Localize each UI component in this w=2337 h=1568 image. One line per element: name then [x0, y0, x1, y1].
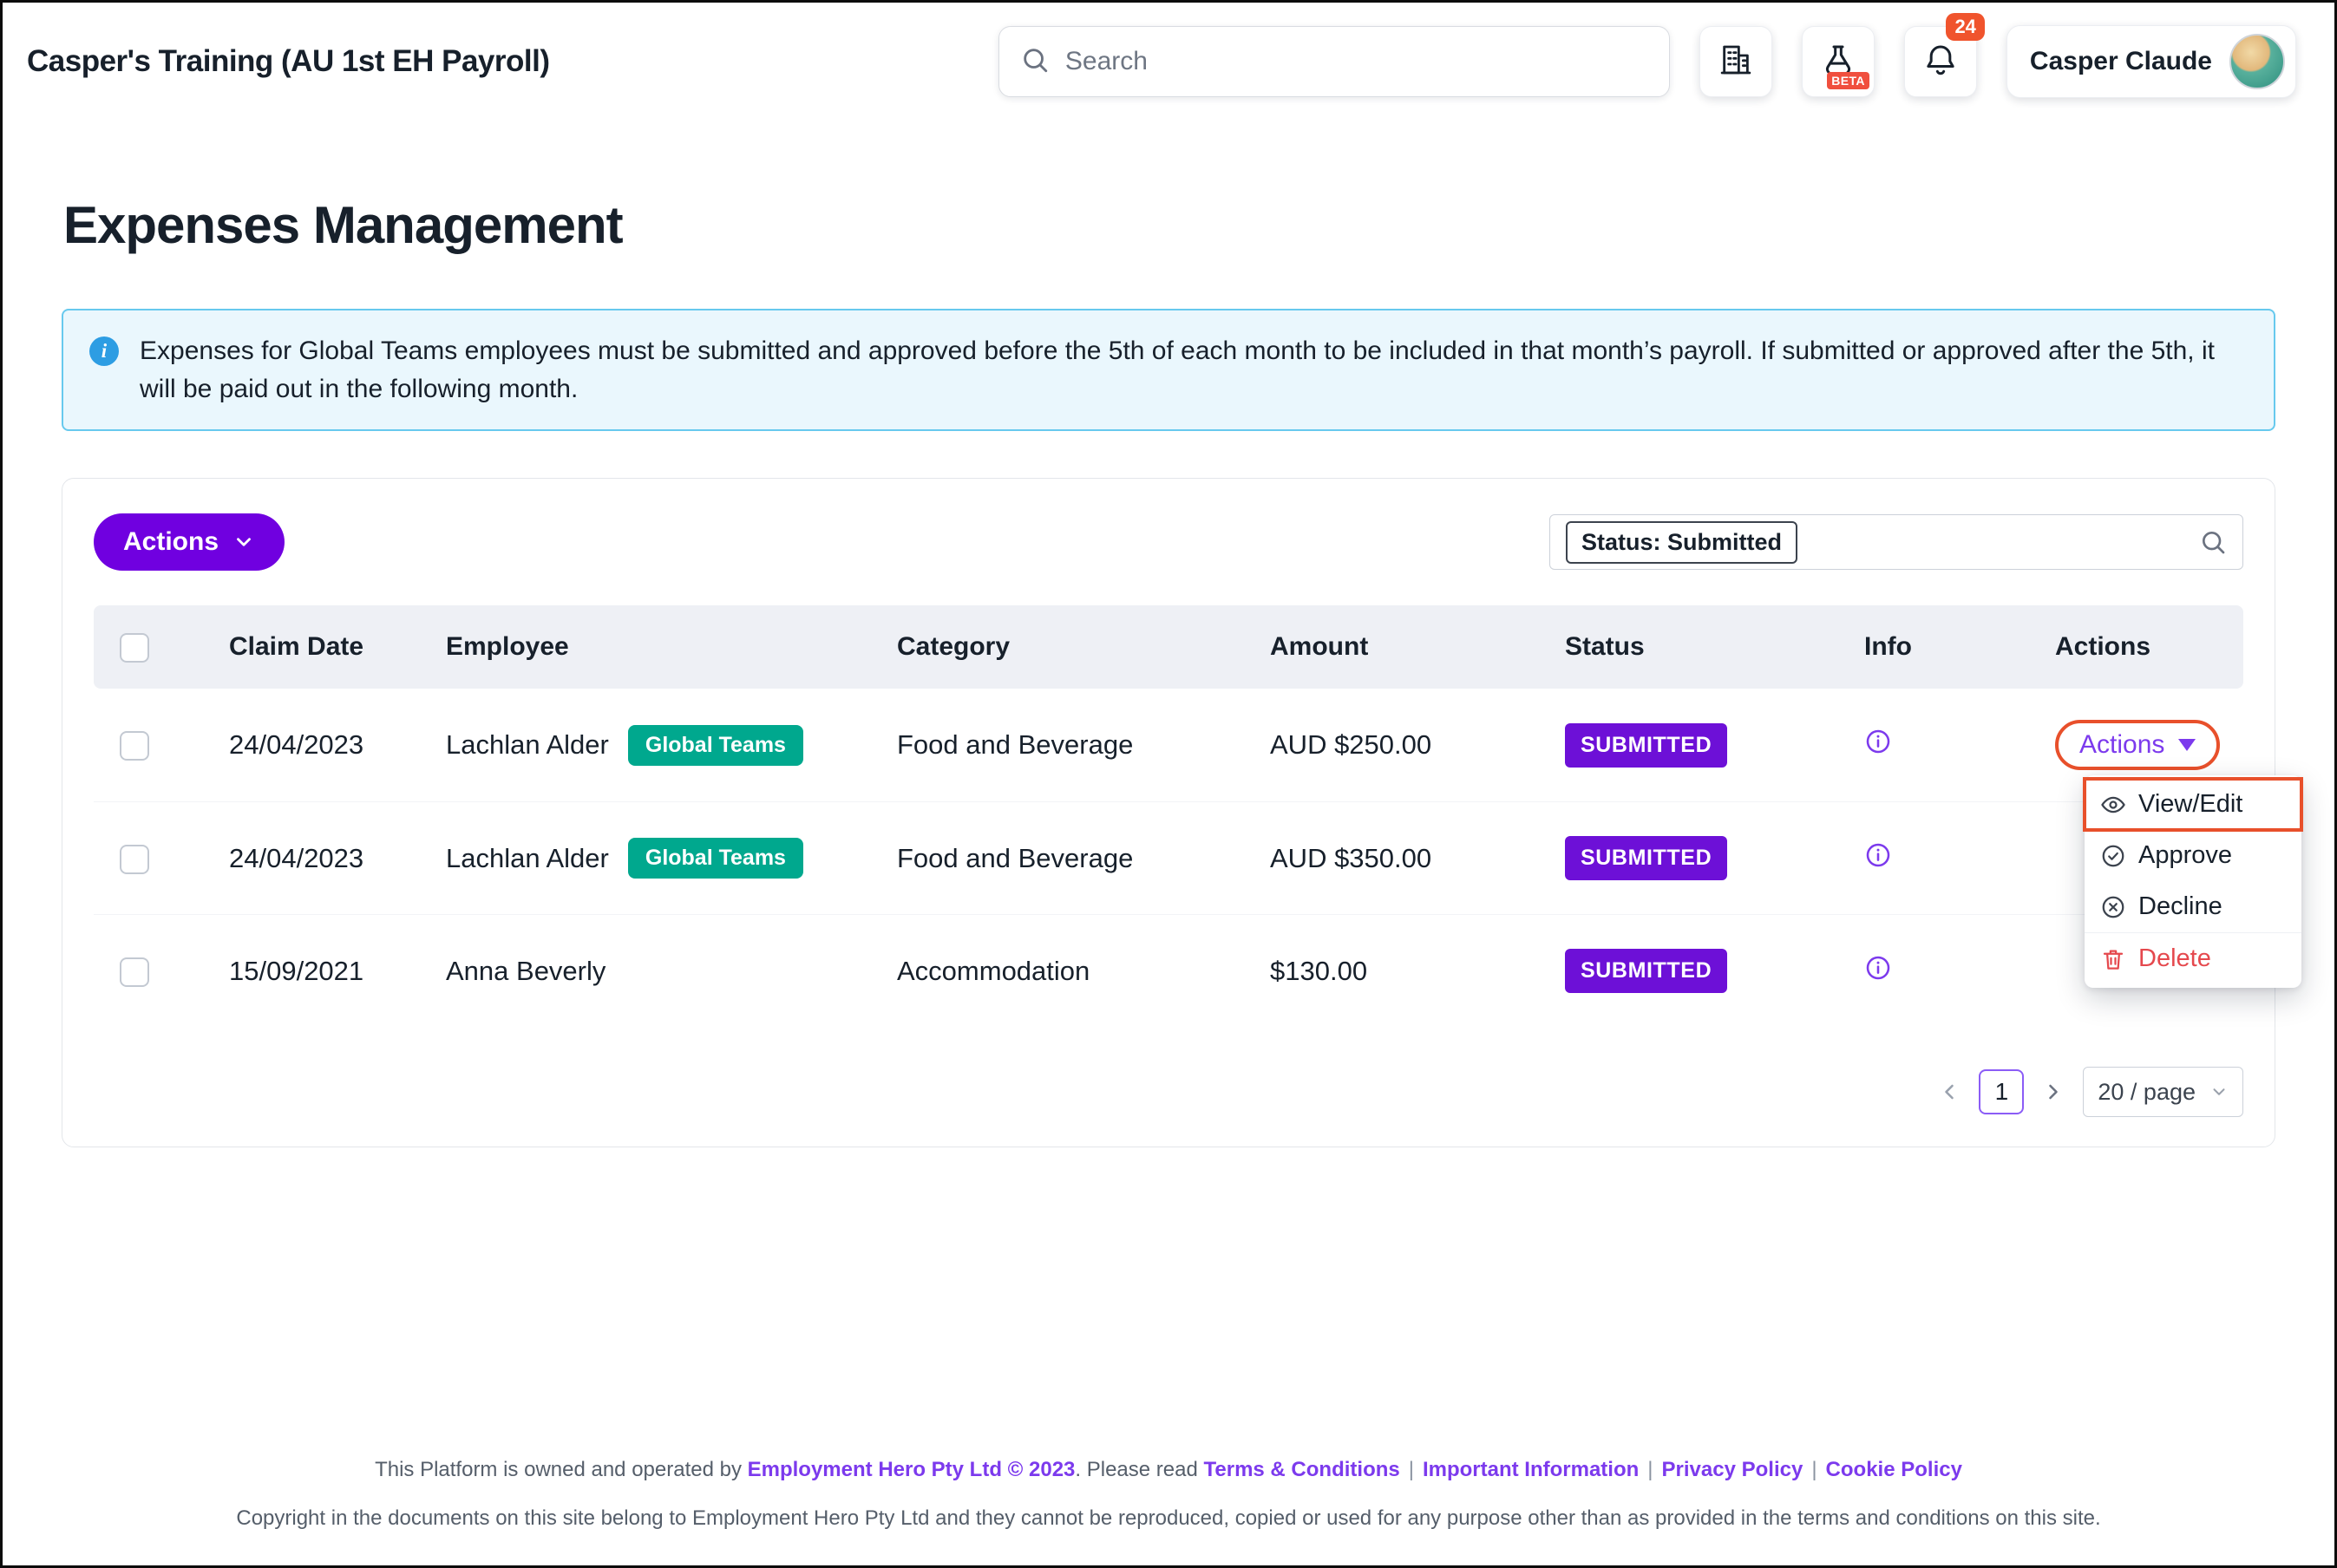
- triangle-down-icon: [2178, 739, 2196, 751]
- chevron-right-icon[interactable]: [2041, 1080, 2065, 1104]
- organisation-button[interactable]: [1699, 26, 1772, 97]
- filter-search-box[interactable]: Status: Submitted: [1549, 514, 2243, 570]
- table-header-row: Claim Date Employee Category Amount Stat…: [94, 605, 2243, 689]
- footer-text: . Please read: [1075, 1458, 1203, 1481]
- category-cell: Food and Beverage: [883, 689, 1256, 801]
- chevron-down-icon: [2209, 1082, 2229, 1101]
- row-info-icon[interactable]: [1864, 845, 1892, 875]
- employee-name: Lachlan Alder: [446, 729, 609, 761]
- important-info-link[interactable]: Important Information: [1423, 1458, 1639, 1481]
- amount-cell: $130.00: [1256, 914, 1551, 1027]
- menu-item-approve[interactable]: Approve: [2085, 830, 2301, 881]
- header-info: Info: [1850, 605, 2041, 689]
- footer-line2: Copyright in the documents on this site …: [55, 1506, 2282, 1531]
- claim-date-cell: 24/04/2023: [215, 689, 432, 801]
- footer-line1: This Platform is owned and operated by E…: [55, 1458, 2282, 1482]
- menu-label-delete: Delete: [2138, 944, 2211, 973]
- notification-badge: 24: [1946, 13, 1984, 41]
- header-amount: Amount: [1256, 605, 1551, 689]
- bulk-actions-label: Actions: [123, 527, 219, 557]
- bell-icon: [1923, 42, 1958, 82]
- bulk-actions-button[interactable]: Actions: [94, 513, 285, 571]
- row-checkbox[interactable]: [120, 731, 149, 761]
- status-badge: SUBMITTED: [1565, 949, 1727, 993]
- table-row: 24/04/2023 Lachlan Alder Global Teams Fo…: [94, 801, 2243, 914]
- row-actions-button[interactable]: Actions: [2055, 720, 2220, 770]
- menu-label-approve: Approve: [2138, 841, 2232, 870]
- claim-date-cell: 24/04/2023: [215, 801, 432, 914]
- company-link[interactable]: Employment Hero Pty Ltd © 2023: [748, 1458, 1076, 1481]
- menu-item-delete[interactable]: Delete: [2085, 932, 2301, 984]
- user-name: Casper Claude: [2030, 47, 2212, 76]
- row-info-icon[interactable]: [1864, 731, 1892, 761]
- beta-labs-button[interactable]: BETA: [1802, 26, 1875, 97]
- global-teams-badge: Global Teams: [628, 725, 803, 766]
- header-status: Status: [1551, 605, 1850, 689]
- global-search[interactable]: [998, 26, 1670, 97]
- info-banner-text: Expenses for Global Teams employees must…: [140, 332, 2248, 408]
- employee-name: Lachlan Alder: [446, 843, 609, 874]
- eye-icon: [2100, 792, 2126, 818]
- trash-icon: [2100, 946, 2126, 972]
- employee-name: Anna Beverly: [446, 956, 606, 987]
- avatar: [2229, 34, 2285, 89]
- expenses-card: Actions Status: Submitted Claim Date Emp…: [62, 478, 2275, 1147]
- notifications-button[interactable]: 24: [1904, 26, 1977, 97]
- menu-label-decline: Decline: [2138, 892, 2222, 921]
- row-info-icon[interactable]: [1864, 957, 1892, 988]
- pagination: 1 20 / page: [94, 1067, 2243, 1117]
- footer-separator: |: [1811, 1458, 1817, 1481]
- claim-date-cell: 15/09/2021: [215, 914, 432, 1027]
- beta-badge: BETA: [1827, 72, 1869, 89]
- table-toolbar: Actions Status: Submitted: [94, 513, 2243, 571]
- status-badge: SUBMITTED: [1565, 723, 1727, 768]
- privacy-link[interactable]: Privacy Policy: [1662, 1458, 1803, 1481]
- footer: This Platform is owned and operated by E…: [3, 1458, 2334, 1565]
- page-number-button[interactable]: 1: [1979, 1069, 2024, 1114]
- menu-item-view-edit[interactable]: View/Edit: [2085, 779, 2301, 830]
- amount-cell: AUD $350.00: [1256, 801, 1551, 914]
- header-actions: Actions: [2041, 605, 2243, 689]
- table-row: 15/09/2021 Anna Beverly Accommodation $1…: [94, 914, 2243, 1027]
- global-teams-badge: Global Teams: [628, 838, 803, 879]
- category-cell: Accommodation: [883, 914, 1256, 1027]
- status-badge: SUBMITTED: [1565, 836, 1727, 880]
- menu-label-view-edit: View/Edit: [2138, 790, 2242, 819]
- building-icon: [1718, 42, 1753, 82]
- chevron-down-icon: [232, 531, 255, 553]
- terms-link[interactable]: Terms & Conditions: [1204, 1458, 1400, 1481]
- chevron-left-icon[interactable]: [1937, 1080, 1961, 1104]
- check-circle-icon: [2100, 843, 2126, 869]
- menu-item-decline[interactable]: Decline: [2085, 881, 2301, 932]
- cookie-link[interactable]: Cookie Policy: [1826, 1458, 1962, 1481]
- footer-text: This Platform is owned and operated by: [375, 1458, 748, 1481]
- header-claim-date: Claim Date: [215, 605, 432, 689]
- category-cell: Food and Beverage: [883, 801, 1256, 914]
- x-circle-icon: [2100, 894, 2126, 920]
- expenses-table: Claim Date Employee Category Amount Stat…: [94, 605, 2243, 1027]
- top-header: Casper's Training (AU 1st EH Payroll) BE…: [3, 3, 2334, 98]
- header-employee: Employee: [432, 605, 883, 689]
- page-size-value: 20 / page: [2098, 1079, 2196, 1106]
- row-checkbox[interactable]: [120, 957, 149, 987]
- amount-cell: AUD $250.00: [1256, 689, 1551, 801]
- app-title: Casper's Training (AU 1st EH Payroll): [27, 44, 550, 79]
- row-actions-menu: View/Edit Approve Decline: [2085, 775, 2301, 988]
- search-input[interactable]: [1064, 46, 1648, 77]
- page-size-select[interactable]: 20 / page: [2083, 1067, 2243, 1117]
- header-category: Category: [883, 605, 1256, 689]
- status-filter-chip[interactable]: Status: Submitted: [1566, 521, 1797, 564]
- row-actions-label: Actions: [2079, 730, 2164, 760]
- user-menu[interactable]: Casper Claude: [2006, 25, 2296, 98]
- page-title: Expenses Management: [63, 195, 2334, 255]
- table-row: 24/04/2023 Lachlan Alder Global Teams Fo…: [94, 689, 2243, 801]
- footer-separator: |: [1647, 1458, 1653, 1481]
- search-icon: [1020, 45, 1050, 79]
- footer-separator: |: [1409, 1458, 1414, 1481]
- row-checkbox[interactable]: [120, 845, 149, 874]
- info-banner: i Expenses for Global Teams employees mu…: [62, 309, 2275, 431]
- select-all-checkbox[interactable]: [120, 633, 149, 663]
- info-icon: i: [89, 336, 119, 366]
- filter-search-icon[interactable]: [2199, 528, 2227, 556]
